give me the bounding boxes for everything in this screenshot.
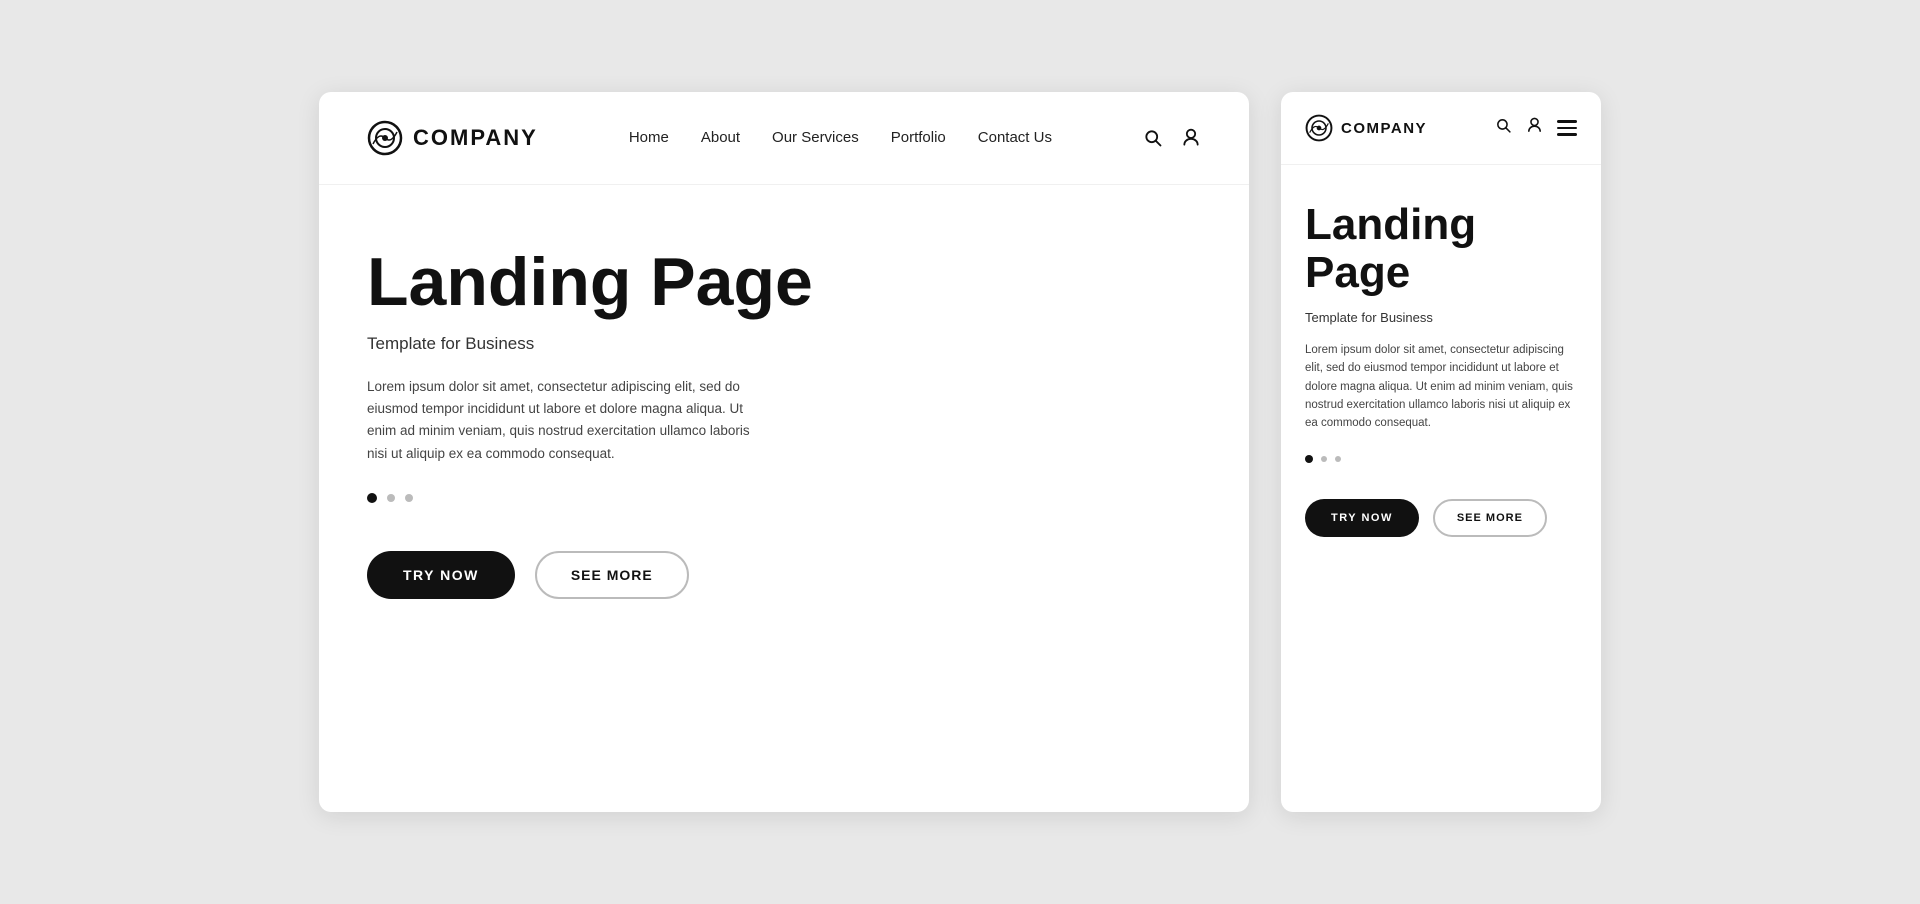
dot-inactive-1-large	[387, 494, 395, 502]
logo-icon-small	[1305, 114, 1333, 142]
hero-title-small: Landing Page	[1305, 201, 1577, 298]
preview-card-large: COMPANY Home About Our Services Portfoli…	[319, 92, 1249, 812]
preview-card-small: COMPANY Landing Page	[1281, 92, 1601, 812]
dots-small	[1305, 455, 1577, 463]
search-icon-small	[1495, 117, 1512, 134]
search-button-large[interactable]	[1143, 128, 1163, 148]
hamburger-line-2	[1557, 127, 1577, 130]
account-icon-large	[1181, 128, 1201, 148]
logo-area-small: COMPANY	[1305, 114, 1495, 142]
see-more-button-large[interactable]: SEE MORE	[535, 551, 689, 599]
hero-subtitle-large: Template for Business	[367, 334, 1201, 354]
account-button-large[interactable]	[1181, 128, 1201, 148]
logo-icon-large	[367, 120, 403, 156]
hero-body-small: Lorem ipsum dolor sit amet, consectetur …	[1305, 341, 1577, 433]
search-icon-large	[1143, 128, 1163, 148]
hero-subtitle-small: Template for Business	[1305, 310, 1577, 325]
dot-inactive-2-small	[1335, 456, 1341, 462]
hamburger-button-small[interactable]	[1557, 120, 1577, 136]
nav-link-portfolio[interactable]: Portfolio	[891, 129, 946, 146]
logo-area-large: COMPANY	[367, 120, 538, 156]
hamburger-line-3	[1557, 133, 1577, 136]
nav-link-services[interactable]: Our Services	[772, 129, 859, 146]
nav-links-large: Home About Our Services Portfolio Contac…	[629, 129, 1052, 147]
dot-inactive-2-large	[405, 494, 413, 502]
navbar-large: COMPANY Home About Our Services Portfoli…	[319, 92, 1249, 185]
btn-row-large: TRY NOW SEE MORE	[367, 551, 1201, 599]
hero-body-large: Lorem ipsum dolor sit amet, consectetur …	[367, 376, 767, 465]
hero-title-large: Landing Page	[367, 245, 1201, 320]
nav-icons-small	[1495, 117, 1577, 139]
hamburger-line-1	[1557, 120, 1577, 123]
dot-inactive-1-small	[1321, 456, 1327, 462]
nav-link-contact[interactable]: Contact Us	[978, 129, 1052, 146]
logo-text-large: COMPANY	[413, 125, 538, 151]
dots-large	[367, 493, 1201, 503]
see-more-button-small[interactable]: SEE MORE	[1433, 499, 1547, 537]
nav-link-home[interactable]: Home	[629, 129, 669, 146]
logo-text-small: COMPANY	[1341, 120, 1427, 137]
nav-link-about[interactable]: About	[701, 129, 740, 146]
try-now-button-large[interactable]: TRY NOW	[367, 551, 515, 599]
hero-small: Landing Page Template for Business Lorem…	[1281, 165, 1601, 812]
search-button-small[interactable]	[1495, 117, 1512, 139]
nav-icons-large	[1143, 128, 1201, 148]
account-icon-small	[1526, 117, 1543, 134]
navbar-small: COMPANY	[1281, 92, 1601, 165]
dot-active-large	[367, 493, 377, 503]
account-button-small[interactable]	[1526, 117, 1543, 139]
try-now-button-small[interactable]: TRY NOW	[1305, 499, 1419, 537]
dot-active-small	[1305, 455, 1313, 463]
hero-large: Landing Page Template for Business Lorem…	[319, 185, 1249, 812]
btn-row-small: TRY NOW SEE MORE	[1305, 499, 1577, 537]
